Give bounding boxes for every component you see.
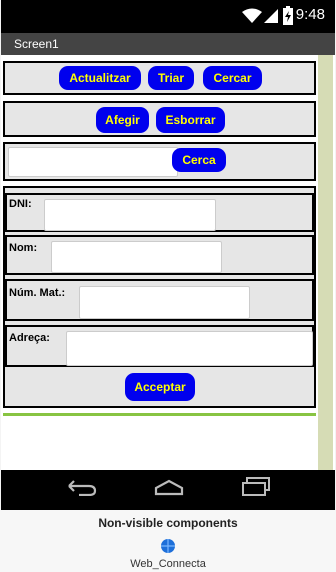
wifi-icon: [242, 8, 262, 23]
home-icon[interactable]: [153, 478, 185, 496]
sort-button[interactable]: Triar: [148, 66, 194, 90]
name-field[interactable]: [51, 241, 222, 273]
side-strip: [318, 55, 333, 470]
search-input[interactable]: [8, 147, 178, 177]
mat-field[interactable]: [79, 286, 250, 319]
battery-icon: [283, 6, 293, 25]
address-field[interactable]: [66, 331, 313, 366]
status-time: 9:48: [295, 6, 325, 23]
dni-field[interactable]: [44, 199, 216, 231]
back-icon[interactable]: [67, 480, 97, 496]
accent-divider: [3, 413, 316, 416]
dni-label: DNI:: [9, 198, 32, 210]
address-row: Adreça:: [5, 325, 314, 367]
address-label: Adreça:: [9, 332, 50, 344]
dni-row: DNI:: [5, 193, 314, 232]
buttons-arrangement-2: Afegir Esborrar: [3, 101, 316, 137]
search-all-button[interactable]: Cercar: [203, 66, 262, 90]
name-label: Nom:: [9, 242, 38, 254]
web-component-icon[interactable]: [160, 538, 176, 554]
status-bar: 9:48: [1, 0, 335, 33]
add-button[interactable]: Afegir: [96, 107, 149, 133]
mat-row: Núm. Mat.:: [5, 279, 314, 321]
search-button[interactable]: Cerca: [172, 148, 226, 172]
form-arrangement: DNI: Nom: Núm. Mat.: Adreça: Acceptar: [3, 186, 316, 408]
delete-button[interactable]: Esborrar: [156, 107, 225, 133]
screen-title: Screen1: [1, 33, 335, 55]
nav-bar: [1, 470, 335, 510]
signal-icon: [264, 9, 278, 23]
recent-apps-icon[interactable]: [241, 477, 271, 497]
mat-label: Núm. Mat.:: [9, 287, 66, 299]
non-visible-panel: Non-visible components Web_Connecta: [0, 510, 336, 572]
refresh-button[interactable]: Actualitzar: [59, 66, 141, 90]
web-component-name: Web_Connecta: [130, 558, 206, 570]
non-visible-title: Non-visible components: [98, 516, 238, 530]
search-arrangement: Cerca: [3, 142, 316, 181]
accept-button[interactable]: Acceptar: [125, 373, 195, 401]
buttons-arrangement-1: Actualitzar Triar Cercar: [3, 61, 316, 95]
name-row: Nom:: [5, 235, 314, 275]
